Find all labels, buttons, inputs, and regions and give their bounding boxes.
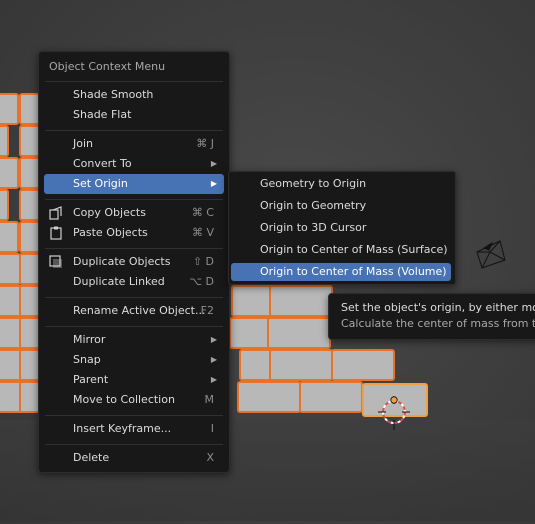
menu-item-snap[interactable]: Snap ▶ (44, 350, 224, 370)
submenu-item-label: Origin to 3D Cursor (260, 221, 367, 234)
menu-item-shade-flat[interactable]: Shade Flat (44, 105, 224, 125)
menu-item-label: Mirror (73, 333, 106, 346)
submenu-arrow-icon: ▶ (210, 375, 217, 384)
menu-item-paste-objects[interactable]: Paste Objects ⌘ V (44, 223, 224, 243)
menu-item-shortcut: ⌘ C (191, 206, 214, 219)
menu-item-delete[interactable]: Delete X (44, 448, 224, 468)
submenu-arrow-icon: ▶ (210, 335, 217, 344)
tooltip: Set the object's origin, by either movin… (328, 293, 535, 340)
menu-item-mirror[interactable]: Mirror ▶ (44, 330, 224, 350)
submenu-item-label: Origin to Geometry (260, 199, 367, 212)
menu-item-shortcut: M (204, 393, 215, 406)
menu-item-duplicate-linked[interactable]: Duplicate Linked ⌥ D (44, 272, 224, 292)
brick-object[interactable] (237, 381, 301, 413)
menu-item-copy-objects[interactable]: Copy Objects ⌘ C (44, 203, 224, 223)
menu-item-label: Paste Objects (73, 226, 148, 239)
menu-item-move-to-collection[interactable]: Move to Collection M (44, 390, 224, 410)
brick-object[interactable] (0, 125, 9, 157)
menu-item-label: Delete (73, 451, 110, 464)
menu-item-shortcut: ⌘ V (191, 226, 214, 239)
menu-item-shortcut: X (206, 451, 214, 464)
submenu-item-origin-to-3d-cursor[interactable]: Origin to 3D Cursor (231, 219, 451, 237)
menu-item-parent[interactable]: Parent ▶ (44, 370, 224, 390)
menu-item-shortcut: F2 (200, 304, 214, 317)
menu-item-convert-to[interactable]: Convert To ▶ (44, 154, 224, 174)
submenu-item-origin-to-center-of-mass-volume[interactable]: Origin to Center of Mass (Volume) (231, 263, 451, 281)
submenu-arrow-icon: ▶ (210, 355, 217, 364)
submenu-arrow-icon: ▶ (210, 179, 217, 188)
tooltip-detail: Calculate the center of mass from the v (341, 317, 535, 330)
menu-item-shortcut: ⇧ D (192, 255, 214, 268)
menu-item-insert-keyframe[interactable]: Insert Keyframe... I (44, 419, 224, 439)
menu-item-label: Move to Collection (73, 393, 175, 406)
brick-object[interactable] (269, 349, 333, 381)
submenu-item-origin-to-geometry[interactable]: Origin to Geometry (231, 197, 451, 215)
menu-item-shortcut: ⌥ D (189, 275, 214, 288)
paste-icon (48, 225, 64, 241)
copy-icon (48, 205, 64, 221)
origin-point-icon (390, 396, 398, 404)
brick-object[interactable] (0, 93, 19, 125)
submenu-item-label: Origin to Center of Mass (Volume) (260, 265, 447, 278)
submenu-item-label: Origin to Center of Mass (Surface) (260, 243, 448, 256)
submenu-item-label: Geometry to Origin (260, 177, 367, 190)
submenu-item-origin-to-center-of-mass-surface[interactable]: Origin to Center of Mass (Surface) (231, 241, 451, 259)
menu-item-label: Insert Keyframe... (73, 422, 172, 435)
brick-object[interactable] (0, 253, 21, 285)
menu-item-shade-smooth[interactable]: Shade Smooth (44, 85, 224, 105)
set-origin-submenu: Geometry to Origin Origin to Geometry Or… (228, 171, 456, 285)
submenu-arrow-icon: ▶ (210, 159, 217, 168)
brick-object[interactable] (299, 381, 363, 413)
menu-item-set-origin[interactable]: Set Origin ▶ (44, 174, 224, 194)
brick-object[interactable] (0, 157, 19, 189)
menu-item-shortcut: I (210, 422, 214, 435)
brick-object[interactable] (0, 221, 19, 253)
menu-item-label: Parent (73, 373, 109, 386)
menu-item-label: Duplicate Linked (73, 275, 165, 288)
duplicate-icon (48, 254, 64, 270)
menu-item-label: Join (73, 137, 94, 150)
menu-separator (45, 130, 223, 131)
menu-separator (45, 199, 223, 200)
menu-item-label: Set Origin (73, 177, 128, 190)
menu-item-label: Shade Flat (73, 108, 132, 121)
menu-item-label: Duplicate Objects (73, 255, 171, 268)
menu-item-label: Shade Smooth (73, 88, 154, 101)
object-context-menu: Object Context Menu Shade Smooth Shade F… (38, 51, 230, 473)
menu-separator (45, 444, 223, 445)
menu-item-label: Rename Active Object... (73, 304, 206, 317)
menu-title: Object Context Menu (49, 60, 166, 73)
menu-item-rename-active-object[interactable]: Rename Active Object... F2 (44, 301, 224, 321)
submenu-item-geometry-to-origin[interactable]: Geometry to Origin (231, 175, 451, 193)
menu-separator (45, 415, 223, 416)
menu-separator (45, 81, 223, 82)
brick-object[interactable] (269, 285, 333, 317)
brick-object[interactable] (331, 349, 395, 381)
tooltip-description: Set the object's origin, by either movin… (341, 301, 535, 314)
menu-item-shortcut: ⌘ J (196, 137, 214, 150)
menu-item-label: Convert To (73, 157, 132, 170)
menu-separator (45, 248, 223, 249)
menu-item-join[interactable]: Join ⌘ J (44, 134, 224, 154)
menu-separator (45, 297, 223, 298)
menu-item-label: Copy Objects (73, 206, 146, 219)
menu-separator (45, 326, 223, 327)
brick-object[interactable] (0, 189, 9, 221)
brick-object[interactable] (267, 317, 331, 349)
menu-item-duplicate-objects[interactable]: Duplicate Objects ⇧ D (44, 252, 224, 272)
camera-icon (476, 240, 506, 269)
menu-item-label: Snap (73, 353, 101, 366)
